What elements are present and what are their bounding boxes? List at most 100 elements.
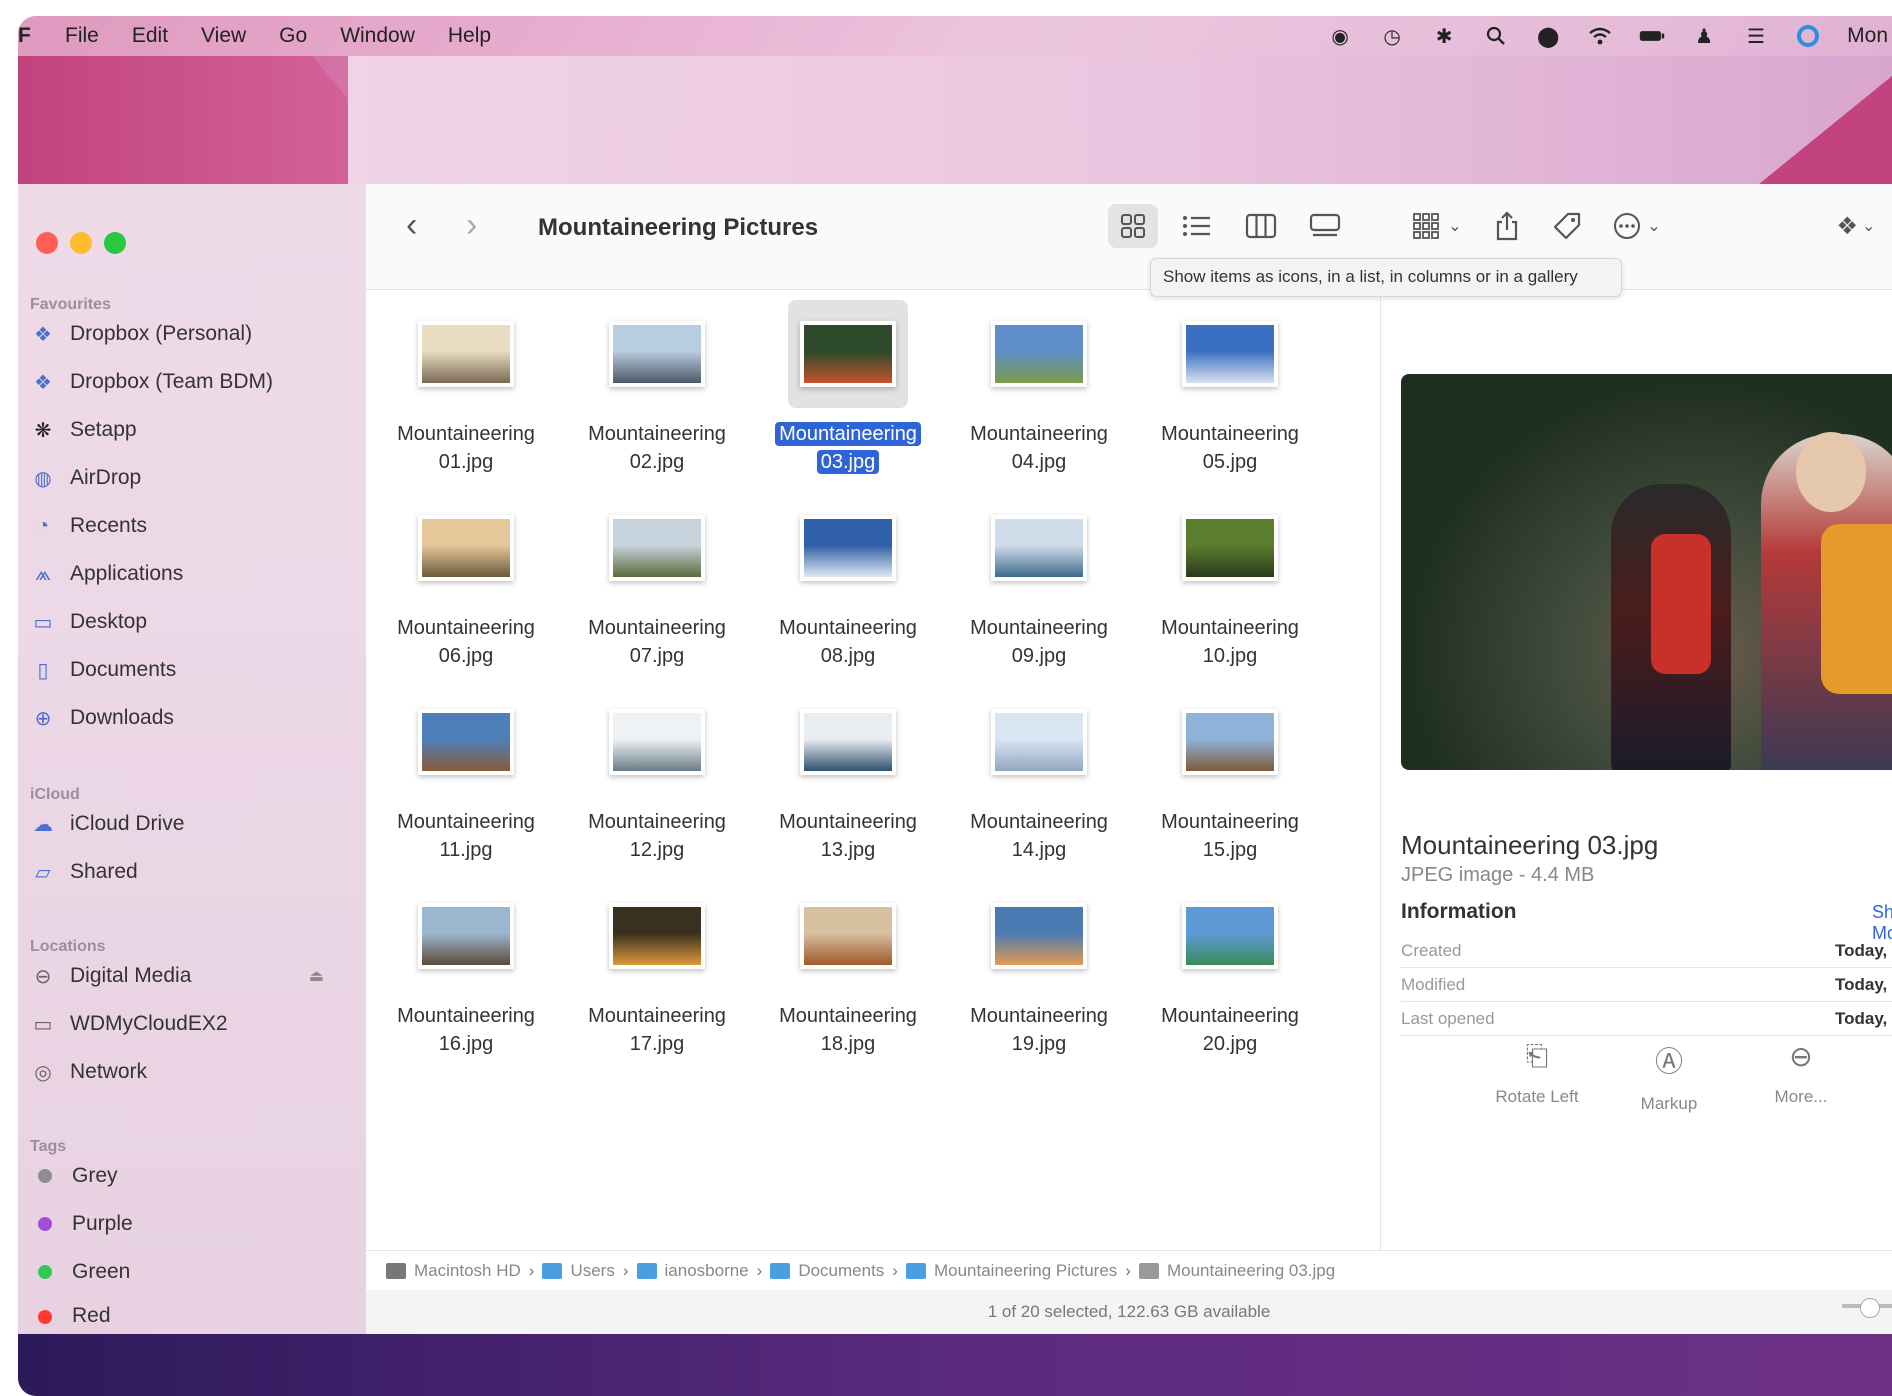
- file-item[interactable]: Mountaineering 09.jpg: [949, 494, 1129, 684]
- file-item[interactable]: Mountaineering 02.jpg: [567, 300, 747, 490]
- file-item[interactable]: Mountaineering 03.jpg: [758, 300, 938, 490]
- file-thumbnail-frame: [406, 882, 526, 990]
- dropbox-button[interactable]: ❖ ⌄: [1826, 204, 1886, 248]
- file-thumbnail: [1182, 903, 1278, 969]
- search-icon[interactable]: [1483, 23, 1509, 49]
- path-crumb[interactable]: ianosborne ›: [636, 1261, 771, 1281]
- menu-file[interactable]: File: [65, 24, 99, 48]
- sidebar-item-airdrop[interactable]: ◍ AirDrop: [30, 458, 350, 498]
- file-item[interactable]: Mountaineering 17.jpg: [567, 882, 747, 1072]
- path-crumb[interactable]: Mountaineering 03.jpg: [1138, 1261, 1335, 1281]
- sidebar-item-dropbox-team[interactable]: ❖ Dropbox (Team BDM): [30, 362, 350, 402]
- sidebar-item-recents[interactable]: ◔ Recents: [30, 506, 350, 546]
- markup-button[interactable]: Ⓐ Markup: [1609, 1040, 1729, 1114]
- group-by-button[interactable]: ⌄: [1402, 204, 1472, 248]
- file-item[interactable]: Mountaineering 18.jpg: [758, 882, 938, 1072]
- gallery-view-icon: [1309, 213, 1341, 237]
- sidebar-item-label: Dropbox (Personal): [70, 322, 253, 345]
- file-item[interactable]: Mountaineering 01.jpg: [376, 300, 556, 490]
- time-machine-icon[interactable]: ◷: [1379, 23, 1405, 49]
- file-item[interactable]: Mountaineering 06.jpg: [376, 494, 556, 684]
- file-thumbnail: [800, 321, 896, 387]
- file-item[interactable]: Mountaineering 05.jpg: [1140, 300, 1320, 490]
- sidebar-item-desktop[interactable]: ▭ Desktop: [30, 602, 350, 642]
- sidebar-item-shared[interactable]: ▱ Shared: [30, 852, 350, 892]
- share-button[interactable]: [1482, 204, 1532, 248]
- sidebar-item-network[interactable]: ◎ Network: [30, 1052, 350, 1092]
- sidebar-item-documents[interactable]: ▯ Documents: [30, 650, 350, 690]
- file-item[interactable]: Mountaineering 11.jpg: [376, 688, 556, 878]
- info-label: Last opened: [1401, 1008, 1495, 1028]
- siri-icon[interactable]: [1795, 23, 1821, 49]
- tag-color-dot: [38, 1265, 52, 1279]
- menu-go[interactable]: Go: [279, 24, 307, 48]
- view-as-columns-button[interactable]: [1236, 204, 1286, 248]
- file-item[interactable]: Mountaineering 15.jpg: [1140, 688, 1320, 878]
- file-item[interactable]: Mountaineering 04.jpg: [949, 300, 1129, 490]
- vpn-icon[interactable]: ⬤: [1535, 23, 1561, 49]
- eject-icon[interactable]: ⏏: [309, 966, 324, 986]
- sidebar-item-icloud-drive[interactable]: ☁ iCloud Drive: [30, 804, 350, 844]
- file-item[interactable]: Mountaineering 20.jpg: [1140, 882, 1320, 1072]
- menu-view[interactable]: View: [201, 24, 246, 48]
- zoom-button[interactable]: [104, 232, 126, 254]
- rotate-left-button[interactable]: ⎗ Rotate Left: [1477, 1040, 1597, 1107]
- path-crumb[interactable]: Macintosh HD ›: [386, 1261, 542, 1281]
- view-as-icons-button[interactable]: [1108, 204, 1158, 248]
- menu-help[interactable]: Help: [448, 24, 491, 48]
- sidebar-item-wdmycloud[interactable]: ▭ WDMyCloudEX2: [30, 1004, 350, 1044]
- path-crumb[interactable]: Mountaineering Pictures ›: [905, 1261, 1139, 1281]
- sidebar-item-digital-media[interactable]: ⊖ Digital Media ⏏: [30, 956, 350, 996]
- path-crumb[interactable]: Users ›: [542, 1261, 636, 1281]
- sidebar-tag-green[interactable]: Green: [30, 1252, 350, 1292]
- sidebar-section-tags: Tags: [30, 1138, 67, 1155]
- file-item[interactable]: Mountaineering 12.jpg: [567, 688, 747, 878]
- image-file-icon: [1138, 1262, 1159, 1279]
- file-name-line: 10.jpg: [1202, 645, 1258, 667]
- file-name-line: 11.jpg: [439, 839, 493, 861]
- file-thumbnail: [418, 903, 514, 969]
- file-item[interactable]: Mountaineering 08.jpg: [758, 494, 938, 684]
- action-label: Rotate Left: [1495, 1087, 1579, 1106]
- sidebar-item-setapp[interactable]: ❋ Setapp: [30, 410, 350, 450]
- sidebar-tag-grey[interactable]: Grey: [30, 1156, 350, 1196]
- sidebar-item-downloads[interactable]: ⊕ Downloads: [30, 698, 350, 738]
- sidebar-item-dropbox-personal[interactable]: ❖ Dropbox (Personal): [30, 314, 350, 354]
- bluetooth-icon[interactable]: ✱: [1431, 23, 1457, 49]
- sidebar-item-applications[interactable]: ⩕ Applications: [30, 554, 350, 594]
- clock[interactable]: Mon: [1847, 24, 1888, 48]
- file-name-line: 19.jpg: [1011, 1033, 1067, 1055]
- control-centre-icon[interactable]: ☰: [1743, 23, 1769, 49]
- menu-edit[interactable]: Edit: [132, 24, 168, 48]
- user-icon[interactable]: ♟: [1691, 23, 1717, 49]
- tags-button[interactable]: [1542, 204, 1592, 248]
- view-as-gallery-button[interactable]: [1300, 204, 1350, 248]
- file-name-line: Mountaineering: [397, 811, 535, 833]
- file-item[interactable]: Mountaineering 10.jpg: [1140, 494, 1320, 684]
- battery-icon[interactable]: [1639, 23, 1665, 49]
- wifi-icon[interactable]: [1587, 23, 1613, 49]
- menu-window[interactable]: Window: [340, 24, 415, 48]
- file-item[interactable]: Mountaineering 16.jpg: [376, 882, 556, 1072]
- forward-button[interactable]: ›: [466, 206, 477, 245]
- file-thumbnail: [418, 709, 514, 775]
- file-item[interactable]: Mountaineering 14.jpg: [949, 688, 1129, 878]
- file-item[interactable]: Mountaineering 19.jpg: [949, 882, 1129, 1072]
- sidebar-tag-purple[interactable]: Purple: [30, 1204, 350, 1244]
- minimize-button[interactable]: [70, 232, 92, 254]
- menu-app-name[interactable]: Finder: [18, 24, 32, 48]
- close-button[interactable]: [36, 232, 58, 254]
- file-name-line: 20.jpg: [1202, 1033, 1258, 1055]
- path-crumb[interactable]: Documents ›: [770, 1261, 906, 1281]
- icon-size-slider-knob[interactable]: [1860, 1298, 1880, 1318]
- view-as-list-button[interactable]: [1172, 204, 1222, 248]
- sidebar-tag-red[interactable]: Red: [30, 1300, 350, 1334]
- file-item[interactable]: Mountaineering 07.jpg: [567, 494, 747, 684]
- folder-icon: [636, 1262, 657, 1279]
- user-circle-icon[interactable]: ◉: [1327, 23, 1353, 49]
- back-button[interactable]: ‹: [406, 206, 417, 245]
- file-item[interactable]: Mountaineering 13.jpg: [758, 688, 938, 878]
- more-button[interactable]: ⊖ More...: [1741, 1040, 1861, 1107]
- action-menu-button[interactable]: ⌄: [1602, 204, 1672, 248]
- file-name-line: 18.jpg: [820, 1033, 876, 1055]
